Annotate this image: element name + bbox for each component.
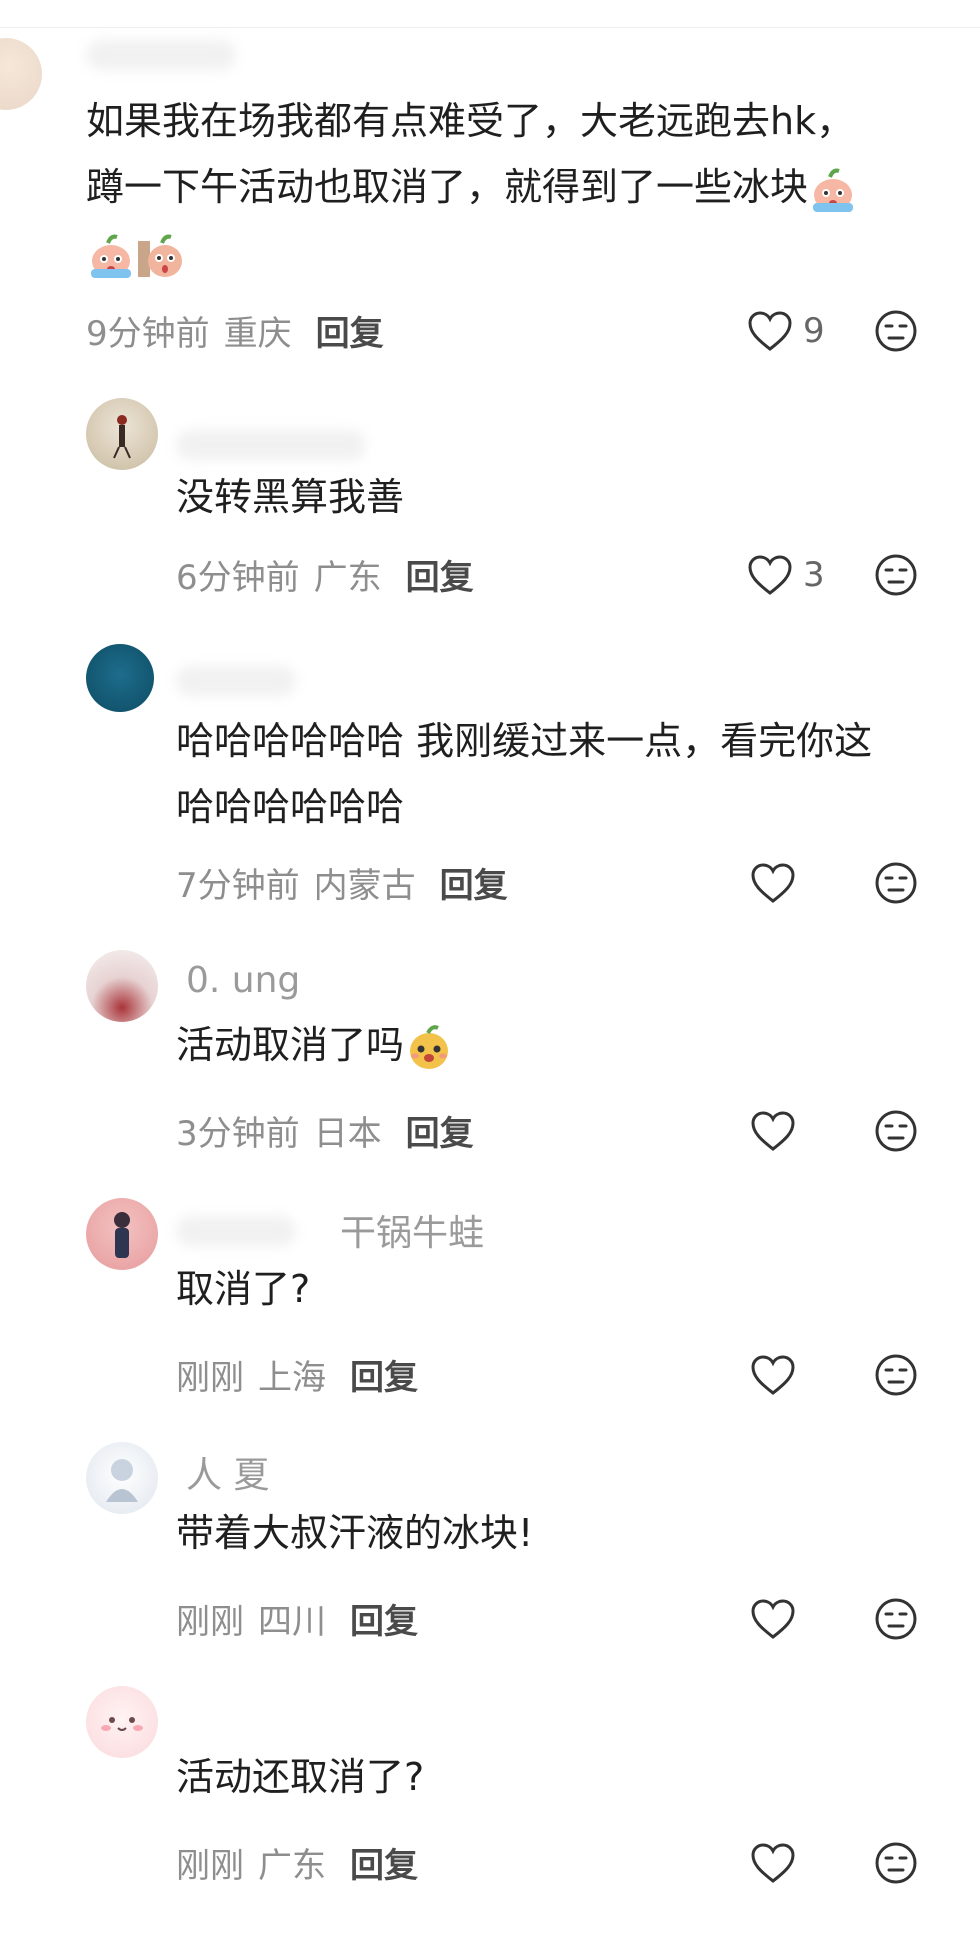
reply-item: 活动还取消了? 刚刚 广东 回复	[0, 1682, 980, 1922]
heart-outline-icon	[748, 311, 792, 351]
reply-button[interactable]: 回复	[406, 558, 474, 598]
comment-text: 活动取消了吗	[176, 1012, 454, 1078]
avatar-figure-icon	[113, 415, 131, 459]
comment-line: 活动取消了吗	[176, 1012, 454, 1078]
comment-meta: 9分钟前 重庆 回复	[86, 306, 384, 355]
reply-button[interactable]: 回复	[440, 866, 508, 906]
reply-button[interactable]: 回复	[350, 1602, 418, 1642]
heart-outline-icon	[751, 863, 795, 903]
comment-text: 如果我在场我都有点难受了，大老远跑去hk， 蹲一下午活动也取消了，就得到了一些冰…	[86, 88, 858, 286]
reply-item: 干锅牛蛙 取消了? 刚刚 上海 回复	[0, 1194, 980, 1404]
reply-item: 人 夏 带着大叔汗液的冰块! 刚刚 四川 回复	[0, 1438, 980, 1648]
heart-outline-icon	[751, 1843, 795, 1883]
comment-meta: 3分钟前 日本 回复	[176, 1106, 474, 1155]
emoji-row	[86, 220, 858, 286]
comment-location: 日本	[313, 1114, 382, 1154]
avatar[interactable]	[86, 644, 154, 712]
comment-text: 哈哈哈哈哈哈 我刚缓过来一点，看完你这 哈哈哈哈哈哈	[176, 708, 872, 840]
heart-outline-icon	[748, 555, 792, 595]
like-button[interactable]	[750, 1594, 796, 1644]
comment-meta: 6分钟前 广东 回复	[176, 550, 474, 599]
meh-face-icon[interactable]	[873, 1596, 919, 1642]
meh-face-icon[interactable]	[873, 552, 919, 598]
heart-outline-icon	[751, 1355, 795, 1395]
mango-face-emoji-icon	[410, 1024, 449, 1069]
like-button[interactable]	[750, 1838, 796, 1888]
comment-time: 3分钟前	[176, 1114, 300, 1154]
comment-location: 内蒙古	[313, 866, 416, 906]
meh-face-icon[interactable]	[873, 860, 919, 906]
crying-peach-emoji-icon	[91, 234, 131, 278]
comment-meta: 7分钟前 内蒙古 回复	[176, 858, 508, 907]
comment-time: 刚刚	[176, 1358, 244, 1398]
username[interactable]: 0. ung	[186, 960, 300, 1001]
reply-item: 哈哈哈哈哈哈 我刚缓过来一点，看完你这 哈哈哈哈哈哈 7分钟前 内蒙古 回复	[0, 636, 980, 912]
comment-line: 带着大叔汗液的冰块!	[176, 1511, 534, 1555]
avatar[interactable]	[86, 398, 158, 470]
like-button[interactable]: 3	[747, 550, 825, 600]
heart-outline-icon	[751, 1111, 795, 1151]
meh-face-icon[interactable]	[873, 1840, 919, 1886]
comment-location: 上海	[258, 1358, 326, 1398]
like-button[interactable]: 9	[747, 306, 825, 356]
comment-line: 哈哈哈哈哈哈	[176, 785, 405, 829]
crying-peach-emoji-icon	[813, 168, 854, 212]
username[interactable]: 人 夏	[186, 1446, 269, 1498]
meh-face-icon[interactable]	[873, 308, 919, 354]
comment-time: 刚刚	[176, 1602, 244, 1642]
comment-time: 6分钟前	[176, 558, 300, 598]
avatar-figure-icon	[101, 1717, 143, 1731]
comment-meta: 刚刚 四川 回复	[176, 1594, 418, 1643]
username[interactable]: 干锅牛蛙	[340, 1204, 484, 1256]
shocked-peach-emoji-icon	[138, 234, 182, 277]
comment-line: 没转黑算我善	[176, 475, 405, 519]
comment-meta: 刚刚 上海 回复	[176, 1350, 418, 1399]
like-count: 3	[803, 555, 825, 595]
avatar-figure-icon	[114, 1212, 130, 1258]
username-redacted	[176, 430, 366, 460]
comment-text: 带着大叔汗液的冰块!	[176, 1500, 533, 1566]
like-button[interactable]	[750, 1350, 796, 1400]
comment-time: 7分钟前	[176, 866, 300, 906]
comment-item: 如果我在场我都有点难受了，大老远跑去hk， 蹲一下午活动也取消了，就得到了一些冰…	[0, 0, 980, 360]
comment-location: 广东	[258, 1846, 326, 1886]
comment-line: 取消了?	[176, 1267, 311, 1311]
meh-face-icon[interactable]	[873, 1352, 919, 1398]
avatar[interactable]	[86, 1442, 158, 1514]
reply-item: 没转黑算我善 6分钟前 广东 回复 3	[0, 390, 980, 610]
like-count: 9	[803, 311, 825, 351]
comment-location: 四川	[258, 1602, 326, 1642]
avatar[interactable]	[86, 950, 158, 1022]
comment-line: 如果我在场我都有点难受了，大老远跑去hk，	[86, 99, 855, 143]
comment-line-text: 蹲一下午活动也取消了，就得到了一些冰块	[86, 165, 809, 209]
comment-meta: 刚刚 广东 回复	[176, 1838, 418, 1887]
like-button[interactable]	[750, 858, 796, 908]
username-redacted	[86, 40, 236, 70]
comment-location: 重庆	[223, 314, 292, 354]
reply-button[interactable]: 回复	[350, 1846, 418, 1886]
comment-line: 哈哈哈哈哈哈 我刚缓过来一点，看完你这	[176, 719, 873, 763]
avatar-figure-icon	[106, 1459, 138, 1502]
username-redacted	[176, 666, 296, 696]
reply-button[interactable]: 回复	[316, 314, 384, 354]
reply-item: 0. ung 活动取消了吗 3分钟前 日本 回复	[0, 950, 980, 1160]
heart-outline-icon	[751, 1599, 795, 1639]
avatar[interactable]	[0, 38, 42, 110]
username-redacted	[176, 1216, 296, 1246]
comment-line: 蹲一下午活动也取消了，就得到了一些冰块	[86, 154, 858, 220]
comment-time: 9分钟前	[86, 314, 210, 354]
meh-face-icon[interactable]	[873, 1108, 919, 1154]
comment-line: 活动还取消了?	[176, 1755, 425, 1799]
comment-line-text: 活动取消了吗	[176, 1023, 405, 1067]
comment-text: 取消了?	[176, 1256, 310, 1322]
reply-button[interactable]: 回复	[350, 1358, 418, 1398]
comment-text: 没转黑算我善	[176, 464, 404, 530]
like-button[interactable]	[750, 1106, 796, 1156]
comment-time: 刚刚	[176, 1846, 244, 1886]
comment-text: 活动还取消了?	[176, 1744, 424, 1810]
avatar[interactable]	[86, 1686, 158, 1758]
reply-button[interactable]: 回复	[406, 1114, 474, 1154]
avatar[interactable]	[86, 1198, 158, 1270]
comment-location: 广东	[313, 558, 382, 598]
